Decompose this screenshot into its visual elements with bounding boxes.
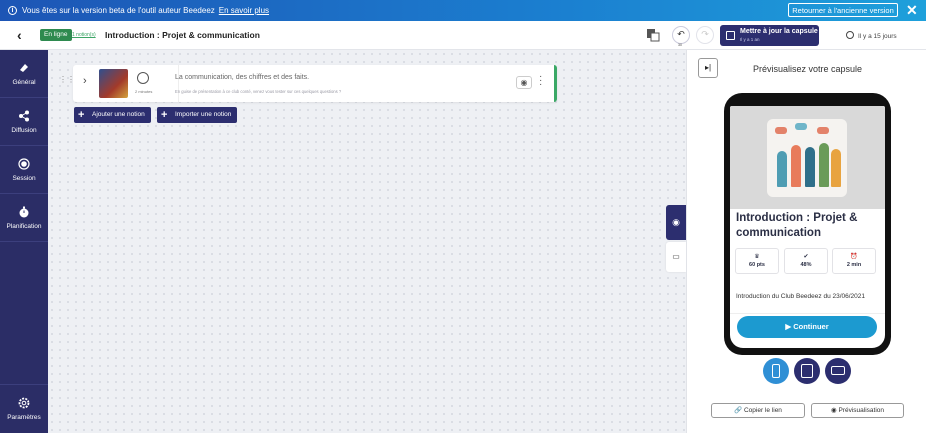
mobile-icon	[772, 364, 780, 378]
share-icon	[19, 110, 29, 122]
notion-duration: 2 minutes	[135, 89, 153, 94]
sidebar-item-label: Diffusion	[11, 127, 37, 134]
more-options-icon[interactable]: · · ·	[539, 72, 543, 90]
copy-link-button[interactable]: 🔗 Copier le lien	[711, 403, 805, 418]
history-label: Il y a 15 jours	[858, 33, 897, 40]
old-version-button[interactable]: Retourner à l'ancienne version	[788, 3, 898, 17]
eraser-icon	[20, 64, 28, 72]
notions-count-link[interactable]: 1 notion(s)	[72, 32, 96, 38]
sidebar-item-label: Général	[12, 79, 36, 86]
learn-more-link[interactable]: En savoir plus	[219, 6, 269, 15]
comments-tab-icon[interactable]: ▭	[666, 242, 686, 272]
sidebar-item-label: Paramètres	[7, 414, 41, 421]
gear-icon	[18, 397, 30, 409]
continue-label: Continuer	[793, 322, 829, 331]
capsule-cover-image	[730, 106, 885, 209]
redo-button[interactable]: ↷	[696, 26, 714, 44]
page-title: Introduction : Projet & communication	[105, 30, 260, 40]
alarm-icon: ⏰	[850, 254, 858, 260]
stat-progress: ✔ 48%	[784, 248, 828, 274]
stat-points: ♛ 60 pts	[735, 248, 779, 274]
check-badge-icon: ✔	[803, 254, 809, 260]
update-capsule-label: Mettre à jour la capsule	[740, 28, 818, 35]
close-icon[interactable]: ✕	[906, 2, 918, 18]
import-notion-button[interactable]: + Importer une notion	[157, 107, 238, 123]
trophy-icon: ♛	[754, 254, 760, 260]
cover-illustration	[767, 119, 847, 197]
tablet-view-button[interactable]	[794, 358, 820, 384]
status-badge: En ligne	[40, 29, 72, 41]
preview-tab-eye-icon[interactable]: ◉	[666, 205, 686, 240]
stat-value: 48%	[800, 262, 812, 268]
undo-button[interactable]: ↶ 30	[672, 26, 690, 47]
stat-value: 2 min	[846, 262, 862, 268]
phone-screen: Introduction : Projet & communication ♛ 6…	[730, 106, 885, 348]
sidebar-item-general[interactable]: Général	[0, 50, 48, 98]
drag-handle-icon[interactable]: ⋮⋮	[59, 76, 75, 88]
record-icon	[18, 158, 30, 170]
preview-panel: ▸| Prévisualisez votre capsule Introduct…	[686, 50, 926, 433]
banner-message: Vous êtes sur la version beta de l'outil…	[22, 6, 215, 15]
update-capsule-button[interactable]: Mettre à jour la capsule Il y a 1 an	[720, 25, 819, 46]
plus-icon: +	[78, 109, 85, 121]
sidebar-item-diffusion[interactable]: Diffusion	[0, 98, 48, 146]
sidebar: Général Diffusion Session Planification …	[0, 50, 48, 433]
capsule-title: Introduction : Projet & communication	[736, 212, 858, 239]
preview-title: Prévisualisez votre capsule	[753, 64, 863, 74]
phone-notch	[777, 93, 837, 105]
history-button[interactable]: Il y a 15 jours	[846, 31, 897, 40]
update-capsule-subtitle: Il y a 1 an	[740, 37, 760, 42]
visibility-toggle-icon[interactable]: ◉	[516, 76, 532, 89]
import-notion-label: Importer une notion	[175, 111, 232, 118]
capsule-intro: Introduction du Club Beedeez du 23/06/20…	[736, 293, 866, 300]
notion-description: En guise de présentation à ce club conté…	[175, 89, 342, 94]
tablet-icon	[801, 364, 813, 378]
timer-icon	[137, 72, 149, 84]
notion-thumbnail	[99, 69, 128, 98]
phone-frame: Introduction : Projet & communication ♛ 6…	[724, 93, 891, 355]
editor-header: ‹ En ligne 1 notion(s) Introduction : Pr…	[0, 21, 926, 50]
divider	[178, 65, 179, 102]
mobile-view-button[interactable]	[763, 358, 789, 384]
copy-link-label: Copier le lien	[743, 407, 782, 414]
sidebar-item-label: Planification	[6, 223, 42, 230]
preview-button[interactable]: ◉ Prévisualisation	[811, 403, 904, 418]
desktop-view-button[interactable]	[825, 358, 851, 384]
info-icon: i	[8, 6, 17, 15]
notion-card[interactable]: › 2 minutes La communication, des chiffr…	[73, 65, 557, 102]
laptop-icon	[831, 366, 845, 375]
sidebar-item-label: Session	[12, 175, 36, 182]
add-notion-button[interactable]: + Ajouter une notion	[74, 107, 151, 123]
stat-value: 60 pts	[749, 262, 765, 268]
stat-duration: ⏰ 2 min	[832, 248, 876, 274]
save-icon	[726, 31, 735, 40]
preview-button-label: Prévisualisation	[838, 407, 884, 414]
translate-icon[interactable]	[646, 28, 660, 42]
divider	[730, 313, 885, 314]
notion-title: La communication, des chiffres et des fa…	[175, 74, 310, 81]
editor-canvas: ⋮⋮ › 2 minutes La communication, des chi…	[48, 50, 686, 433]
sidebar-item-settings[interactable]: Paramètres	[0, 384, 48, 432]
back-arrow-icon[interactable]: ‹	[17, 27, 22, 43]
history-icon	[846, 31, 854, 39]
add-notion-label: Ajouter une notion	[92, 111, 145, 118]
sidebar-item-planification[interactable]: Planification	[0, 194, 48, 242]
chevron-right-icon[interactable]: ›	[83, 75, 87, 87]
beta-banner: i Vous êtes sur la version beta de l'out…	[0, 0, 926, 21]
continue-button[interactable]: ▶ Continuer	[737, 316, 877, 338]
collapse-panel-icon[interactable]: ▸|	[698, 58, 718, 78]
plus-icon: +	[161, 109, 168, 121]
stopwatch-icon	[19, 206, 29, 218]
sidebar-item-session[interactable]: Session	[0, 146, 48, 194]
